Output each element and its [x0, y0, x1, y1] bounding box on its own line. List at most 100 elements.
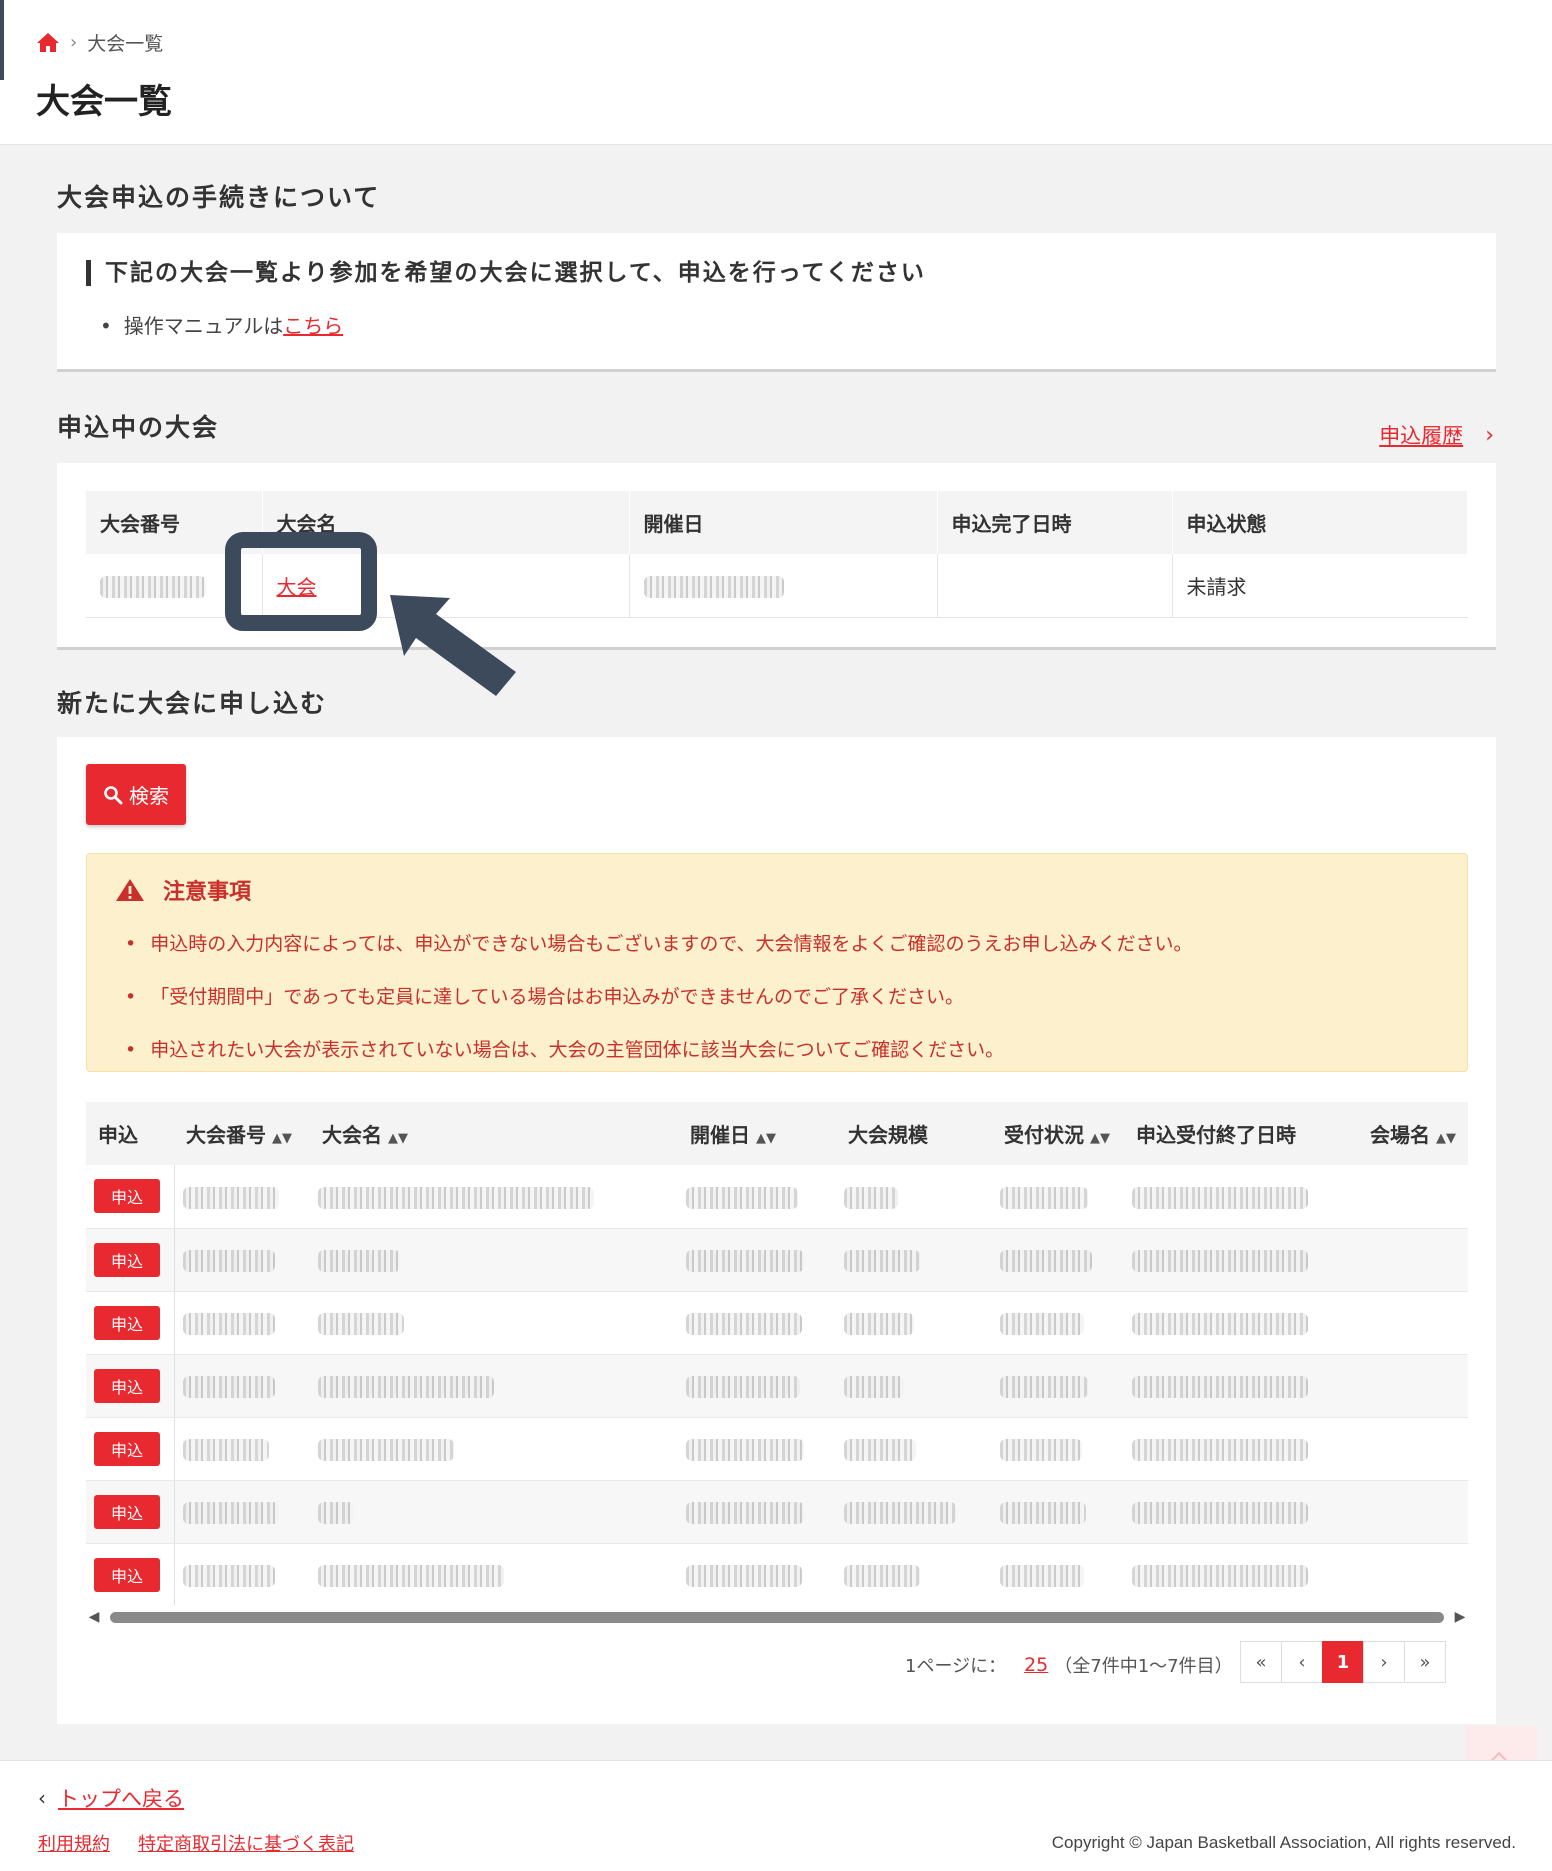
redacted-value: [844, 1438, 916, 1461]
column-header: 申込受付終了日時: [1124, 1102, 1358, 1165]
redacted-value: [318, 1312, 404, 1335]
history-link-text[interactable]: 申込履歴: [1379, 420, 1463, 450]
column-header: 申込状態: [1172, 491, 1468, 554]
redacted-cell: [992, 1480, 1124, 1544]
sort-icon[interactable]: ▲▼: [388, 1131, 408, 1146]
column-header: 開催日: [629, 491, 938, 554]
applied-section-title: 申込中の大会: [57, 413, 220, 442]
redacted-cell: [836, 1291, 992, 1355]
redacted-cell: [678, 1417, 836, 1481]
column-header-sortable[interactable]: 大会名 ▲▼: [310, 1102, 678, 1165]
chevron-right-icon: ›: [1485, 422, 1494, 448]
column-header-sortable[interactable]: 受付状況 ▲▼: [992, 1102, 1124, 1165]
apply-cell: 申込: [86, 1417, 175, 1481]
last-page-button[interactable]: »: [1404, 1641, 1446, 1683]
search-button-label: 検索: [129, 784, 169, 808]
pagination: « ‹ 1 › »: [1240, 1641, 1446, 1683]
manual-link[interactable]: こちら: [283, 314, 343, 338]
first-page-button[interactable]: «: [1240, 1641, 1282, 1683]
redacted-cell: [174, 1480, 310, 1544]
table-row: 申込: [86, 1417, 1468, 1481]
redacted-cell: [836, 1543, 992, 1605]
redacted-cell: [1124, 1354, 1358, 1418]
apply-button[interactable]: 申込: [94, 1242, 160, 1277]
chevron-right-icon: ›: [70, 31, 78, 53]
redacted-value: [182, 1501, 279, 1524]
redacted-cell: [310, 1480, 678, 1544]
redacted-cell: [678, 1291, 836, 1355]
redacted-value: [318, 1501, 354, 1524]
redacted-value: [1000, 1501, 1086, 1524]
column-header-sortable[interactable]: 会場名 ▲▼: [1358, 1102, 1468, 1165]
venue-cell: [1358, 1417, 1468, 1481]
tournament-table-body: 申込 申込 申込 申込 申込 申込 申込: [86, 1165, 1468, 1605]
column-header: 申込完了日時: [937, 491, 1173, 554]
back-link-text[interactable]: トップへ戻る: [58, 1783, 184, 1813]
apply-cell: 申込: [86, 1480, 175, 1544]
redacted-value: [1132, 1564, 1308, 1587]
redacted-cell: [174, 1228, 310, 1292]
horizontal-scrollbar[interactable]: ◀ ▶: [86, 1609, 1468, 1625]
venue-cell: [1358, 1354, 1468, 1418]
prev-page-button[interactable]: ‹: [1281, 1641, 1323, 1683]
page-button-current[interactable]: 1: [1322, 1641, 1364, 1683]
home-icon[interactable]: [36, 31, 60, 53]
redacted-cell: [1124, 1228, 1358, 1292]
tokusho-link[interactable]: 特定商取引法に基づく表記: [138, 1830, 354, 1856]
table-row: 申込: [86, 1291, 1468, 1355]
redacted-value: [182, 1312, 275, 1335]
chevron-left-icon: ‹: [38, 1786, 46, 1810]
redacted-value: [844, 1312, 914, 1335]
apply-button[interactable]: 申込: [94, 1305, 160, 1340]
per-page-label: 1ページに：: [905, 1656, 1007, 1677]
column-header-sortable[interactable]: 開催日 ▲▼: [678, 1102, 836, 1165]
redacted-cell: [1124, 1543, 1358, 1605]
table-header-row: 申込 大会番号 ▲▼ 大会名 ▲▼ 開催日 ▲▼ 大会規模 受付状況 ▲▼ 申込受付終了…: [86, 1102, 1468, 1165]
apply-button[interactable]: 申込: [94, 1494, 160, 1529]
sort-icon[interactable]: ▲▼: [1090, 1131, 1110, 1146]
redacted-cell: [174, 1165, 310, 1229]
breadcrumb-current: 大会一覧: [87, 32, 164, 55]
redacted-value: [844, 1249, 920, 1272]
apply-cell: 申込: [86, 1165, 175, 1229]
redacted-value: [1132, 1438, 1308, 1461]
scrollbar-thumb[interactable]: [110, 1611, 1444, 1623]
redacted-value: [1132, 1186, 1308, 1209]
terms-link[interactable]: 利用規約: [38, 1830, 110, 1856]
redacted-value: [318, 1564, 504, 1587]
apply-button[interactable]: 申込: [94, 1431, 160, 1466]
scroll-right-icon[interactable]: ▶: [1452, 1609, 1468, 1625]
redacted-value: [1132, 1312, 1308, 1335]
redacted-value: [686, 1375, 800, 1398]
per-page-select[interactable]: 25: [1024, 1654, 1048, 1676]
history-link[interactable]: 申込履歴 ›: [1379, 420, 1494, 450]
notice-box: 注意事項 申込時の入力内容によっては、申込ができない場合もございますので、大会情…: [86, 853, 1468, 1072]
column-header: 申込: [86, 1102, 174, 1165]
apply-button[interactable]: 申込: [94, 1368, 160, 1403]
column-header-sortable[interactable]: 大会番号 ▲▼: [174, 1102, 310, 1165]
sort-icon[interactable]: ▲▼: [272, 1131, 292, 1146]
sort-icon[interactable]: ▲▼: [1436, 1131, 1456, 1146]
redacted-cell: [678, 1543, 836, 1605]
sort-icon[interactable]: ▲▼: [756, 1131, 776, 1146]
redacted-cell: [836, 1165, 992, 1229]
next-page-button[interactable]: ›: [1363, 1641, 1405, 1683]
venue-cell: [1358, 1165, 1468, 1229]
table-row: 申込: [86, 1228, 1468, 1292]
redacted-value: [1132, 1501, 1308, 1524]
search-icon: [104, 785, 123, 804]
page-header: › 大会一覧 大会一覧: [0, 0, 1552, 145]
back-to-top-link[interactable]: ‹ トップへ戻る: [38, 1783, 184, 1813]
redacted-cell: [1124, 1291, 1358, 1355]
apply-button[interactable]: 申込: [94, 1179, 160, 1214]
redacted-cell: [992, 1417, 1124, 1481]
redacted-value: [844, 1375, 904, 1398]
redacted-value: [1132, 1249, 1308, 1272]
redacted-cell: [310, 1354, 678, 1418]
pagination-info: 1ページに： 25 （全7件中1～7件目）: [905, 1652, 1233, 1678]
scroll-left-icon[interactable]: ◀: [86, 1609, 102, 1625]
apply-button[interactable]: 申込: [94, 1557, 160, 1592]
tournament-table-scroll-area[interactable]: 申込 大会番号 ▲▼ 大会名 ▲▼ 開催日 ▲▼ 大会規模 受付状況 ▲▼ 申込受付終了…: [86, 1102, 1468, 1605]
notice-item: 「受付期間中」であっても定員に達している場合はお申込みができませんのでご了承くだ…: [125, 971, 1439, 1024]
search-button[interactable]: 検索: [86, 764, 186, 825]
